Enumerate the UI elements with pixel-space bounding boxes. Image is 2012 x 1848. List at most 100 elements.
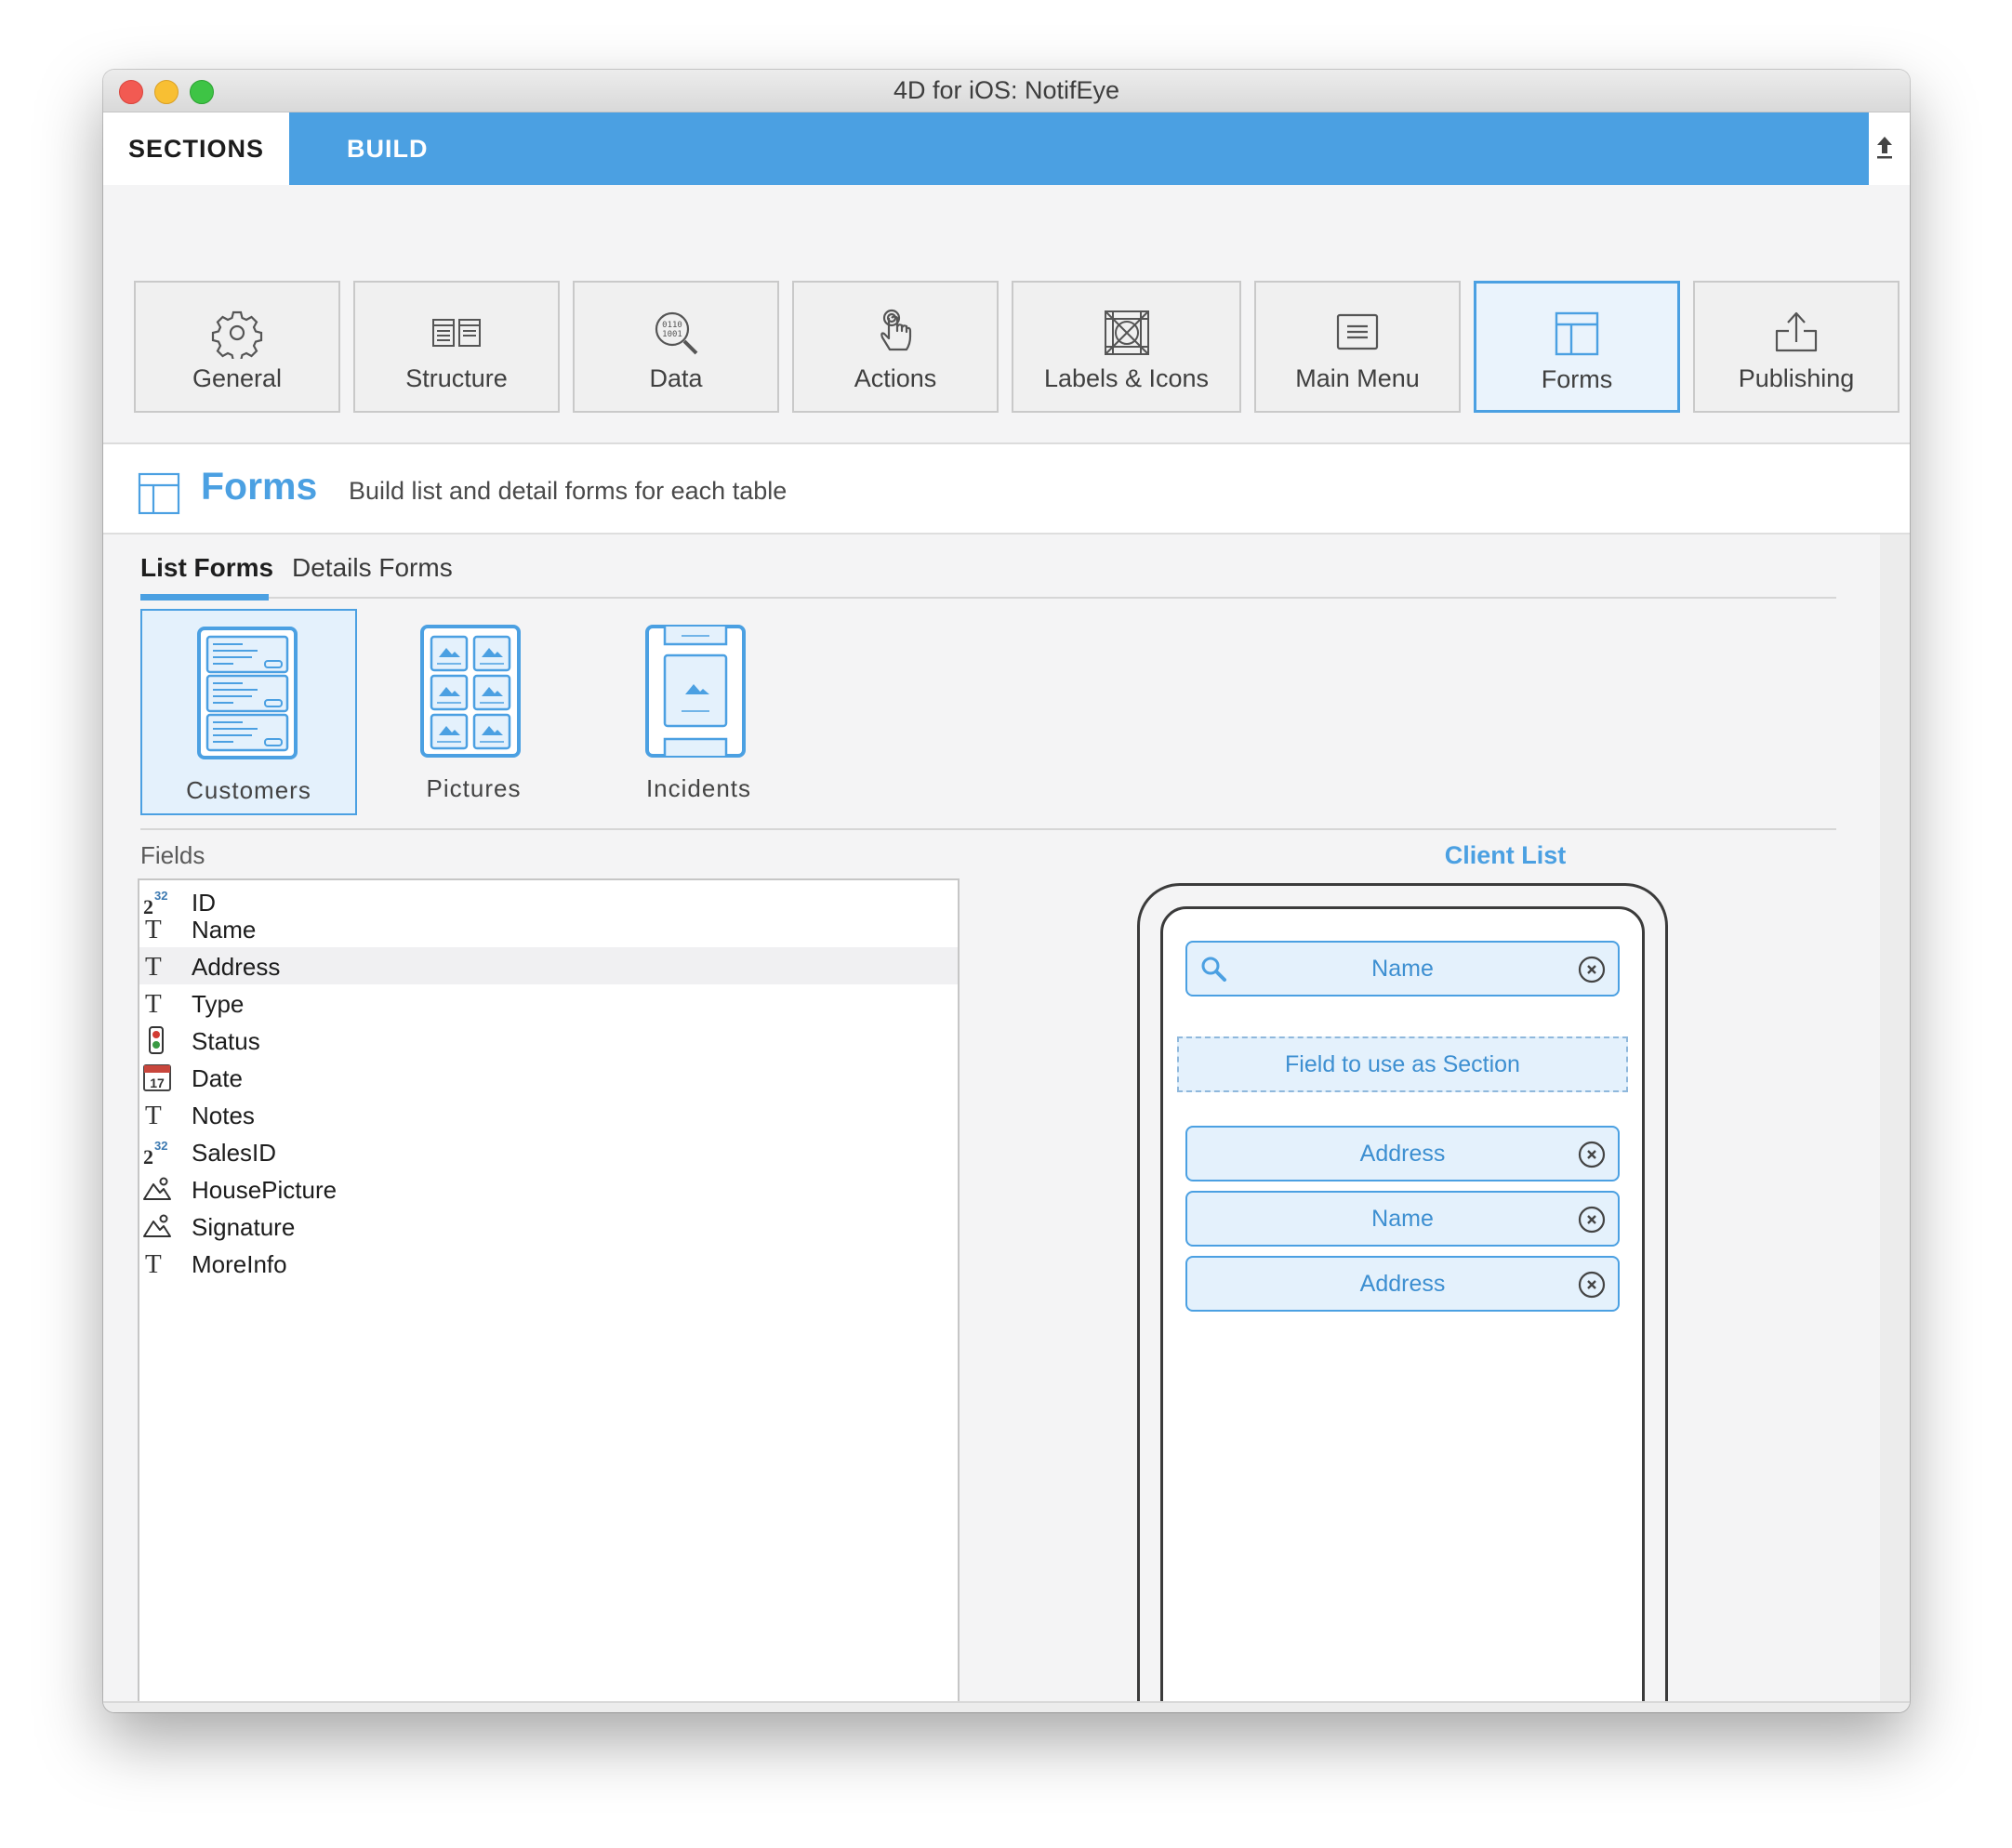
field-name: Signature (192, 1213, 296, 1241)
section-field-label: Field to use as Section (1285, 1051, 1520, 1077)
picture-type-icon (143, 1214, 171, 1237)
field-name: Name (192, 916, 257, 944)
toolbar-structure-label: Structure (405, 364, 508, 392)
search-field-slot[interactable]: Name (1185, 941, 1620, 997)
data-icon: 0110 1001 (655, 311, 698, 355)
date-type-icon: 17 (143, 1064, 171, 1091)
field-row[interactable]: T Address (139, 947, 958, 984)
gear-icon (211, 310, 263, 359)
field-name: Address (192, 953, 281, 981)
active-tab-indicator (140, 594, 269, 601)
list-field-label: Name (1371, 1206, 1434, 1232)
template-pictures-label: Pictures (426, 774, 522, 802)
field-name: Status (192, 1027, 260, 1055)
svg-text:T: T (145, 989, 162, 1018)
field-row[interactable]: Signature (139, 1208, 958, 1245)
field-row[interactable]: 17 Date (139, 1059, 958, 1096)
list-field-label: Address (1359, 1271, 1446, 1297)
toolbar-publishing-button[interactable]: Publishing (1693, 281, 1899, 413)
field-name: MoreInfo (192, 1250, 287, 1278)
svg-text:T: T (145, 915, 162, 944)
integer-type-icon: 2 32 (143, 1139, 167, 1167)
toolbar-actions-button[interactable]: Actions (792, 281, 999, 413)
svg-text:T: T (145, 1101, 162, 1129)
field-row[interactable]: Status (139, 1022, 958, 1059)
page-subtitle: Build list and detail forms for each tab… (349, 477, 788, 505)
field-name: HousePicture (192, 1176, 338, 1204)
export-icon[interactable] (1869, 131, 1900, 163)
svg-text:T: T (145, 1249, 162, 1278)
list-field-slot[interactable]: Name (1185, 1191, 1620, 1247)
upload-icon (1775, 311, 1818, 352)
tab-details-forms[interactable]: Details Forms (292, 553, 453, 583)
toolbar-general-label: General (192, 364, 283, 392)
toolbar-data-label: Data (649, 364, 703, 392)
toolbar-structure-button[interactable]: Structure (353, 281, 560, 413)
list-field-slot[interactable]: Address (1185, 1126, 1620, 1181)
section-field-slot[interactable]: Field to use as Section (1177, 1036, 1628, 1092)
app-window: 4D for iOS: NotifEye SECTIONS BUILD Gene… (103, 70, 1910, 1712)
list-field-label: Address (1359, 1141, 1446, 1167)
text-type-icon: T (145, 989, 162, 1018)
template-pictures[interactable]: Pictures (365, 609, 582, 815)
close-icon[interactable] (1577, 1140, 1607, 1169)
forms-icon (1555, 311, 1599, 356)
field-row[interactable]: T Name (139, 910, 958, 947)
carousel-template-icon (645, 625, 746, 758)
toolbar-actions-label: Actions (854, 364, 937, 392)
field-name: Date (192, 1064, 243, 1092)
tab-sections[interactable]: SECTIONS (103, 112, 289, 185)
svg-text:32: 32 (154, 889, 167, 903)
sections-toolbar: General Structure 0110 1001 Data Actions… (103, 185, 1910, 444)
toolbar-forms-button[interactable]: Forms (1474, 281, 1680, 413)
section-header: Forms Build list and detail forms for ea… (103, 444, 1910, 535)
vertical-scrollbar[interactable] (1880, 535, 1910, 1701)
field-row[interactable]: 2 32 SalesID (139, 1133, 958, 1170)
field-name: Notes (192, 1102, 255, 1129)
field-row[interactable]: T MoreInfo (139, 1245, 958, 1282)
text-type-icon: T (145, 1249, 162, 1278)
svg-text:1001: 1001 (662, 330, 682, 339)
template-incidents[interactable]: Incidents (590, 609, 807, 815)
template-customers-label: Customers (186, 776, 311, 804)
template-incidents-label: Incidents (645, 774, 752, 802)
tab-list-forms[interactable]: List Forms (140, 553, 273, 583)
window-footer (103, 1701, 1910, 1712)
fields-heading: Fields (140, 841, 205, 869)
toolbar-main-menu-button[interactable]: Main Menu (1254, 281, 1461, 413)
toolbar-general-button[interactable]: General (134, 281, 340, 413)
list-template-icon (197, 627, 298, 759)
toolbar-data-button[interactable]: 0110 1001 Data (573, 281, 779, 413)
title-bar: 4D for iOS: NotifEye (103, 70, 1910, 112)
list-field-slot[interactable]: Address (1185, 1256, 1620, 1312)
toolbar-main-menu-label: Main Menu (1295, 364, 1420, 392)
toolbar-labels-icons-label: Labels & Icons (1043, 364, 1210, 392)
labels-icon (1104, 310, 1149, 355)
tab-build[interactable]: BUILD (289, 112, 1869, 185)
picture-type-icon (143, 1177, 171, 1200)
svg-text:T: T (145, 952, 162, 981)
template-customers[interactable]: Customers (140, 609, 357, 815)
svg-text:0110: 0110 (662, 321, 682, 330)
page-title: Forms (201, 465, 318, 508)
fields-list[interactable]: 2 32 ID T Name T Address T Type Status 1… (138, 878, 960, 1712)
main-tab-bar: SECTIONS BUILD (103, 112, 1910, 185)
field-row[interactable]: T Type (139, 984, 958, 1022)
field-name: Type (192, 990, 245, 1018)
text-type-icon: T (145, 1101, 162, 1129)
field-name: SalesID (192, 1139, 277, 1167)
field-row[interactable]: T Notes (139, 1096, 958, 1133)
forms-icon (138, 472, 180, 515)
svg-text:17: 17 (150, 1076, 165, 1090)
toolbar-labels-icons-button[interactable]: Labels & Icons (1012, 281, 1241, 413)
grid-template-icon (420, 625, 521, 758)
boolean-type-icon (149, 1026, 164, 1054)
text-type-icon: T (145, 915, 162, 944)
svg-text:2: 2 (143, 1145, 153, 1167)
templates-divider (140, 828, 1836, 830)
preview-title: Client List (1444, 841, 1567, 869)
close-icon[interactable] (1577, 955, 1607, 984)
close-icon[interactable] (1577, 1205, 1607, 1234)
field-row[interactable]: HousePicture (139, 1170, 958, 1208)
close-icon[interactable] (1577, 1270, 1607, 1300)
